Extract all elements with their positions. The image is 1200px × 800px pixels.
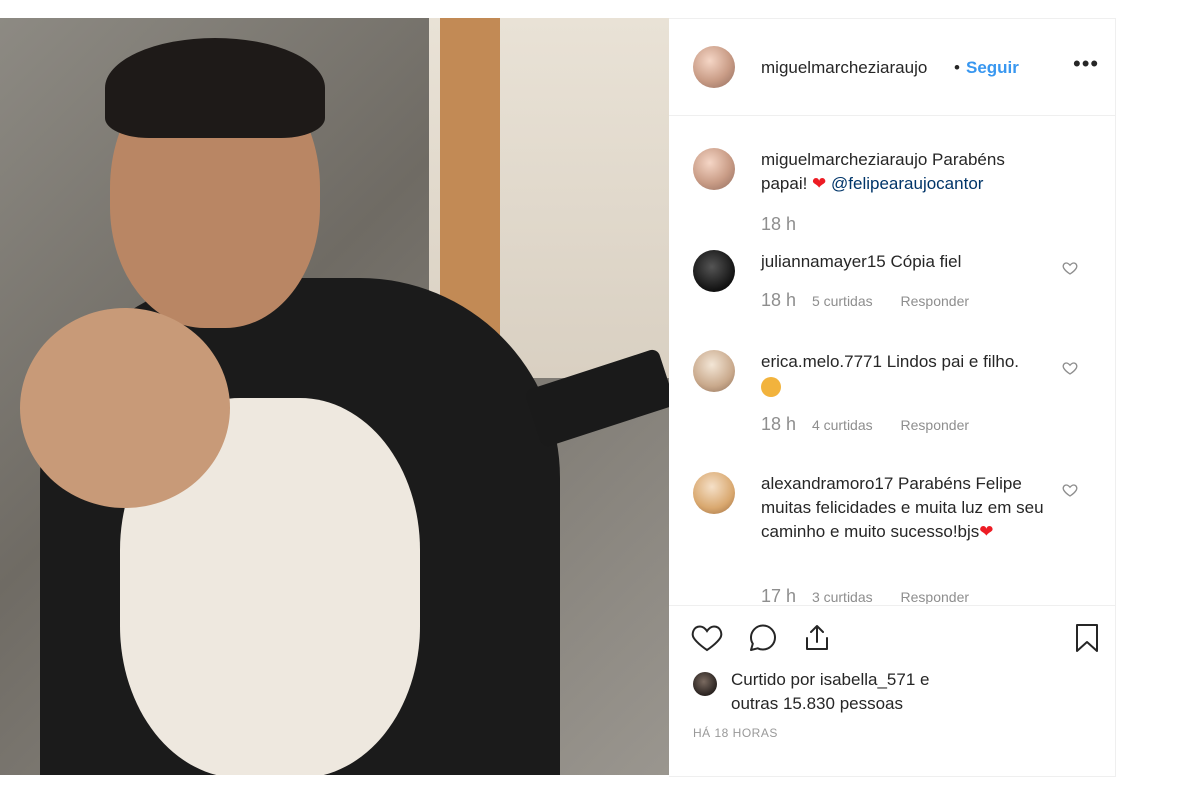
comment-text: erica.melo.7771 Lindos pai e filho. <box>761 350 1051 398</box>
commenter-avatar[interactable] <box>693 350 735 392</box>
header-separator: • <box>954 58 960 77</box>
comment-meta: 18 h 4 curtidas Responder <box>761 414 969 435</box>
photo-baby-head <box>20 308 230 508</box>
share-icon[interactable] <box>801 622 833 654</box>
comment-body: Lindos pai e filho. <box>886 352 1020 371</box>
clapping-hands-emoji <box>761 376 781 397</box>
comment-time[interactable]: 17 h <box>761 586 796 604</box>
follow-button[interactable]: Seguir <box>966 58 1019 78</box>
comment-meta: 17 h 3 curtidas Responder <box>761 586 969 604</box>
comment-like-heart-icon[interactable] <box>1062 482 1078 498</box>
liked-by-prefix: Curtido por <box>731 670 820 689</box>
comment-meta: 18 h 5 curtidas Responder <box>761 290 969 311</box>
mention-link[interactable]: @felipearaujocantor <box>831 174 983 193</box>
more-options-icon[interactable]: ••• <box>1073 51 1099 77</box>
comment-like-heart-icon[interactable] <box>1062 360 1078 376</box>
post-timestamp[interactable]: HÁ 18 HORAS <box>693 726 778 740</box>
likes-count[interactable]: outras 15.830 pessoas <box>731 694 903 714</box>
commenter-username[interactable]: erica.melo.7771 <box>761 352 882 371</box>
comment-likes[interactable]: 4 curtidas <box>812 417 873 433</box>
heart-icon[interactable] <box>691 622 723 654</box>
caption-author-avatar[interactable] <box>693 148 735 190</box>
post-side-panel: miguelmarcheziaraujo • Seguir ••• miguel… <box>669 18 1116 777</box>
post-photo[interactable] <box>0 18 669 775</box>
red-heart-emoji: ❤ <box>812 174 827 193</box>
caption-meta: 18 h <box>761 214 808 235</box>
caption-text: miguelmarcheziaraujo Parabéns papai! ❤ @… <box>761 148 1051 196</box>
comments-list[interactable]: miguelmarcheziaraujo Parabéns papai! ❤ @… <box>669 116 1115 604</box>
comment-icon[interactable] <box>747 622 779 654</box>
bookmark-icon[interactable] <box>1071 622 1103 654</box>
commenter-avatar[interactable] <box>693 472 735 514</box>
commenter-avatar[interactable] <box>693 250 735 292</box>
comment-text: juliannamayer15 Cópia fiel <box>761 250 1051 274</box>
comment-time[interactable]: 18 h <box>761 214 796 234</box>
comment-likes[interactable]: 3 curtidas <box>812 589 873 604</box>
comment-like-heart-icon[interactable] <box>1062 260 1078 276</box>
reply-button[interactable]: Responder <box>901 589 970 604</box>
photo-man-hair <box>105 38 325 138</box>
comment-time[interactable]: 18 h <box>761 414 796 434</box>
comment-body: Cópia fiel <box>890 252 962 271</box>
reply-button[interactable]: Responder <box>901 417 970 433</box>
likes-line-1: Curtido por isabella_571 e <box>731 670 929 690</box>
author-avatar[interactable] <box>693 46 735 88</box>
commenter-username[interactable]: juliannamayer15 <box>761 252 886 271</box>
liked-by-suffix: e <box>915 670 930 689</box>
comment-text: alexandramoro17 Parabéns Felipe muitas f… <box>761 472 1051 544</box>
comment-likes[interactable]: 5 curtidas <box>812 293 873 309</box>
author-username[interactable]: miguelmarcheziaraujo <box>761 58 927 78</box>
commenter-username[interactable]: alexandramoro17 <box>761 474 893 493</box>
liker-avatar[interactable] <box>693 672 717 696</box>
post-header: miguelmarcheziaraujo • Seguir ••• <box>669 19 1115 116</box>
red-heart-emoji: ❤ <box>979 522 994 541</box>
liked-by-username[interactable]: isabella_571 <box>820 670 915 689</box>
comment-time[interactable]: 18 h <box>761 290 796 310</box>
reply-button[interactable]: Responder <box>901 293 970 309</box>
post-actions-section: Curtido por isabella_571 e outras 15.830… <box>669 605 1115 776</box>
caption-username[interactable]: miguelmarcheziaraujo <box>761 150 927 169</box>
